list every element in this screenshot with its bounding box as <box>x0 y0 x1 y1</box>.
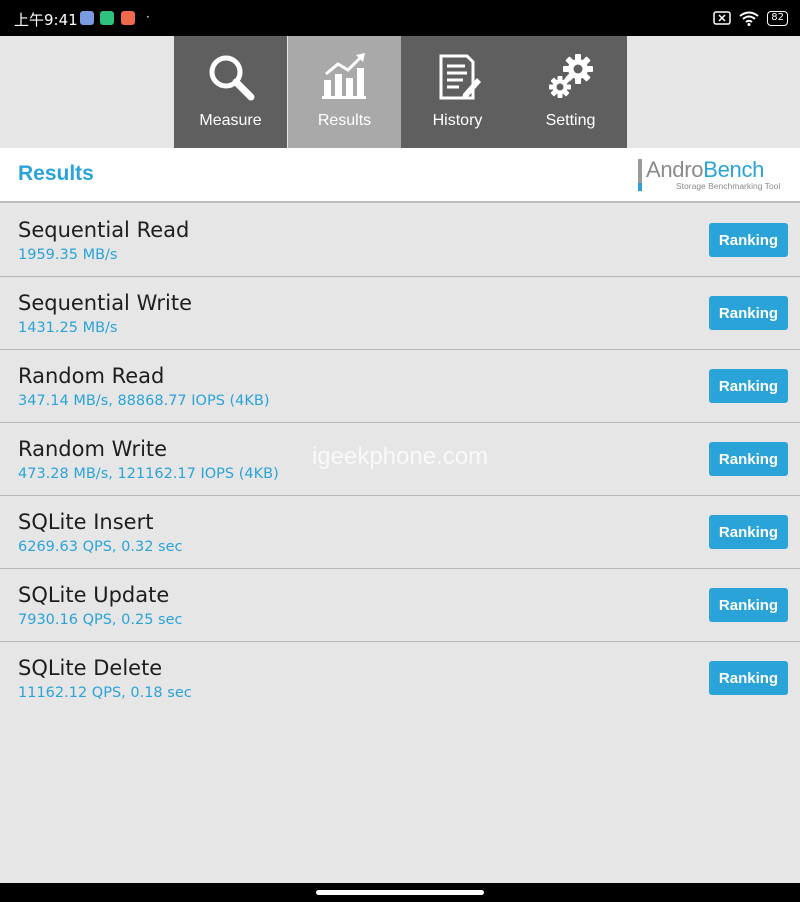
tab-measure-label: Measure <box>199 112 262 129</box>
tab-history-label: History <box>432 112 483 129</box>
status-bar: 上午9:41 · 82 <box>0 0 800 36</box>
logo-text: AndroBench <box>646 157 764 183</box>
result-row-sequential-read: Sequential Read 1959.35 MB/s Ranking <box>0 204 800 277</box>
gear-icon <box>549 54 593 98</box>
close-box-icon <box>713 11 732 25</box>
app-icon-blue <box>80 11 94 25</box>
ranking-button[interactable]: Ranking <box>709 661 788 695</box>
logo-bar <box>638 159 642 183</box>
tab-results-label: Results <box>317 112 372 129</box>
logo-bar-accent <box>638 183 642 191</box>
tab-setting-label: Setting <box>545 112 596 129</box>
app-icon-orange <box>121 11 135 25</box>
tab-setting[interactable]: Setting <box>514 36 627 148</box>
navigation-bar <box>0 883 800 902</box>
document-icon <box>439 54 481 100</box>
result-value: 6269.63 QPS, 0.32 sec <box>18 539 183 555</box>
battery-icon: 82 <box>767 10 788 26</box>
androbench-logo: AndroBench Storage Benchmarking Tool <box>638 157 784 193</box>
wifi-icon <box>739 11 759 26</box>
status-right: 82 <box>713 9 788 27</box>
tab-results[interactable]: Results <box>288 36 401 148</box>
logo-text-part2: Bench <box>703 157 765 182</box>
tab-bar: Measure Results History Setting <box>0 36 800 148</box>
watermark: igeekphone.com <box>311 443 489 470</box>
ranking-button[interactable]: Ranking <box>709 369 788 403</box>
result-name: Sequential Read <box>18 218 190 242</box>
tab-measure[interactable]: Measure <box>174 36 287 148</box>
results-header: Results AndroBench Storage Benchmarking … <box>0 148 800 203</box>
result-value: 1959.35 MB/s <box>18 247 118 263</box>
ranking-button[interactable]: Ranking <box>709 588 788 622</box>
result-row-sqlite-insert: SQLite Insert 6269.63 QPS, 0.32 sec Rank… <box>0 496 800 569</box>
result-name: Random Read <box>18 364 165 388</box>
ranking-button[interactable]: Ranking <box>709 296 788 330</box>
result-row-sqlite-delete: SQLite Delete 11162.12 QPS, 0.18 sec Ran… <box>0 642 800 715</box>
result-name: SQLite Update <box>18 583 170 607</box>
result-value: 7930.16 QPS, 0.25 sec <box>18 612 183 628</box>
logo-text-part1: Andro <box>646 157 704 182</box>
status-dot: · <box>146 10 150 24</box>
tab-history[interactable]: History <box>401 36 514 148</box>
app-icon-green-shield <box>100 11 114 25</box>
page-title: Results <box>18 162 94 185</box>
result-name: SQLite Insert <box>18 510 154 534</box>
result-name: SQLite Delete <box>18 656 163 680</box>
logo-tagline: Storage Benchmarking Tool <box>676 181 781 191</box>
result-value: 11162.12 QPS, 0.18 sec <box>18 685 192 701</box>
search-icon <box>209 55 255 101</box>
result-value: 1431.25 MB/s <box>18 320 118 336</box>
result-value: 347.14 MB/s, 88868.77 IOPS (4KB) <box>18 393 270 409</box>
ranking-button[interactable]: Ranking <box>709 515 788 549</box>
result-row-random-read: Random Read 347.14 MB/s, 88868.77 IOPS (… <box>0 350 800 423</box>
result-name: Sequential Write <box>18 291 193 315</box>
chart-icon <box>322 53 366 99</box>
status-time: 上午9:41 <box>14 11 78 29</box>
result-row-sequential-write: Sequential Write 1431.25 MB/s Ranking <box>0 277 800 350</box>
ranking-button[interactable]: Ranking <box>709 223 788 257</box>
home-handle[interactable] <box>316 890 484 895</box>
result-row-sqlite-update: SQLite Update 7930.16 QPS, 0.25 sec Rank… <box>0 569 800 642</box>
